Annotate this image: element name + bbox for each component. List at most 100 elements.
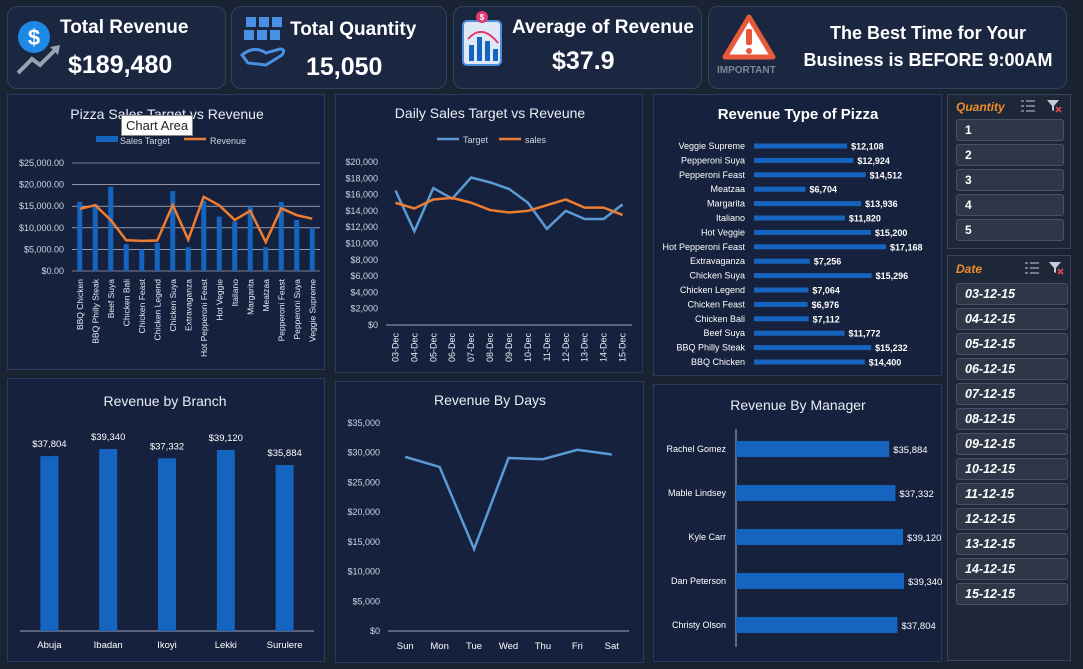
target-bar <box>154 242 160 271</box>
kpi-average-revenue: $ Average of Revenue $37.9 <box>453 6 702 89</box>
date-option-05-12-15[interactable]: 05-12-15 <box>956 333 1068 355</box>
quantity-option-4[interactable]: 4 <box>956 194 1064 216</box>
kpi-total-revenue: $ Total Revenue $189,480 <box>7 6 226 89</box>
x-tick-label: Chicken Legend <box>152 279 162 341</box>
data-label: $7,064 <box>812 286 840 296</box>
date-option-06-12-15[interactable]: 06-12-15 <box>956 358 1068 380</box>
y-tick-label: $20,000 <box>345 157 378 167</box>
data-label: $39,340 <box>91 432 125 443</box>
x-tick-label: Abuja <box>37 640 62 651</box>
manager-bar <box>736 617 898 633</box>
clear-filter-icon[interactable] <box>1048 261 1064 275</box>
date-option-12-12-15[interactable]: 12-12-15 <box>956 508 1068 530</box>
manager-bar <box>736 573 904 589</box>
date-option-14-12-15[interactable]: 14-12-15 <box>956 558 1068 580</box>
target-bar <box>108 186 114 271</box>
y-tick-label: $10,000 <box>345 239 378 249</box>
x-tick-label: 15-Dec <box>618 333 628 363</box>
category-label: Veggie Supreme <box>678 141 745 151</box>
x-tick-label: 09-Dec <box>504 333 514 363</box>
date-option-08-12-15[interactable]: 08-12-15 <box>956 408 1068 430</box>
x-tick-label: Sat <box>605 641 620 652</box>
revenue-bar <box>754 186 806 192</box>
date-option-07-12-15[interactable]: 07-12-15 <box>956 383 1068 405</box>
y-tick-label: $4,000 <box>350 287 378 297</box>
category-label: Pepperoni Feast <box>679 170 746 180</box>
revenue-type-panel[interactable]: Revenue Type of Pizza Veggie Supreme $12,1… <box>653 94 942 376</box>
x-tick-label: 05-Dec <box>428 333 438 363</box>
x-tick-label: Meatzaa <box>261 279 271 312</box>
revenue-branch-panel[interactable]: Revenue by Branch $37,804 Abuja $39,340 Ibad… <box>7 378 325 662</box>
branch-bar <box>99 449 118 631</box>
category-label: Chicken Legend <box>680 285 745 295</box>
multi-select-icon[interactable] <box>1020 99 1036 113</box>
kpi-title: Total Quantity <box>290 19 417 40</box>
chart-title: Revenue By Days <box>434 392 546 408</box>
category-label: Dan Peterson <box>671 576 726 586</box>
y-tick-label: $20,000 <box>347 507 380 517</box>
target-bar <box>216 216 222 271</box>
category-label: Extravaganza <box>690 256 745 266</box>
target-bar <box>232 221 238 271</box>
manager-bar <box>736 529 904 545</box>
category-label: Margarita <box>707 199 745 209</box>
date-option-04-12-15[interactable]: 04-12-15 <box>956 308 1068 330</box>
quantity-option-5[interactable]: 5 <box>956 219 1064 241</box>
revenue-bar <box>754 345 872 351</box>
revenue-bar <box>754 301 808 307</box>
revenue-manager-panel[interactable]: Revenue By Manager Rachel Gomez $35,884 Mab… <box>653 384 942 662</box>
data-label: $39,340 <box>908 577 942 588</box>
revenue-bar <box>754 157 854 163</box>
branch-bar <box>158 458 176 631</box>
quantity-option-1[interactable]: 1 <box>956 119 1064 141</box>
x-tick-label: Beef Suya <box>106 279 116 318</box>
x-tick-label: Chicken Feast <box>137 278 147 333</box>
target-bar <box>139 249 145 271</box>
y-tick-label: $10,000 <box>347 567 380 577</box>
category-label: Beef Suya <box>703 328 745 338</box>
kpi-title: Average of Revenue <box>512 17 694 38</box>
y-tick-label: $35,000 <box>347 418 380 428</box>
data-label: $7,256 <box>814 257 842 267</box>
svg-text:$: $ <box>28 25 40 50</box>
data-label: $12,108 <box>851 142 884 152</box>
date-option-13-12-15[interactable]: 13-12-15 <box>956 533 1068 555</box>
category-label: Chicken Bali <box>695 314 745 324</box>
y-tick-label: $5,000 <box>352 596 380 606</box>
data-label: $35,884 <box>893 445 927 456</box>
y-tick-label: $25,000 <box>347 477 380 487</box>
date-option-15-12-15[interactable]: 15-12-15 <box>956 583 1068 605</box>
quantity-option-2[interactable]: 2 <box>956 144 1064 166</box>
data-label: $37,332 <box>899 489 933 500</box>
dollar-growth-icon: $ <box>16 21 60 75</box>
y-tick-label: $14,000 <box>345 206 378 216</box>
x-tick-label: Italiano <box>230 279 240 307</box>
date-option-10-12-15[interactable]: 10-12-15 <box>956 458 1068 480</box>
category-label: Kyle Carr <box>688 532 726 542</box>
chart-title: Revenue Type of Pizza <box>718 106 879 123</box>
category-label: BBQ Chicken <box>691 357 745 367</box>
date-option-11-12-15[interactable]: 11-12-15 <box>956 483 1068 505</box>
x-tick-label: Pepperoni Suya <box>292 279 302 340</box>
x-tick-label: Lekki <box>215 640 237 651</box>
multi-select-icon[interactable] <box>1024 261 1040 275</box>
quantity-slicer: Quantity 1 2 3 4 5 <box>947 94 1071 249</box>
pizza-target-revenue-chart: Pizza Sales Target vs RevenueSales Targe… <box>19 106 320 357</box>
kpi-value: $37.9 <box>552 47 615 75</box>
target-bar <box>294 220 300 271</box>
data-label: $7,112 <box>813 314 840 324</box>
date-option-09-12-15[interactable]: 09-12-15 <box>956 433 1068 455</box>
daily-target-sales-panel[interactable]: Daily Sales Target vs Reveune Target sales… <box>335 94 643 373</box>
quantity-option-3[interactable]: 3 <box>956 169 1064 191</box>
category-label: Italiano <box>716 213 745 223</box>
target-bar <box>123 244 129 271</box>
y-tick-label: $16,000 <box>345 190 378 200</box>
data-label: $13,936 <box>865 199 898 209</box>
revenue-days-panel[interactable]: Revenue By Days $0 $5,000 $10,000 $15,000 $20… <box>335 381 644 663</box>
y-tick-label: $0 <box>368 320 378 330</box>
data-label: $39,120 <box>907 533 941 544</box>
date-option-03-12-15[interactable]: 03-12-15 <box>956 283 1068 305</box>
target-bar <box>185 247 191 271</box>
clear-filter-icon[interactable] <box>1046 99 1062 113</box>
revenue-bar <box>754 143 848 149</box>
